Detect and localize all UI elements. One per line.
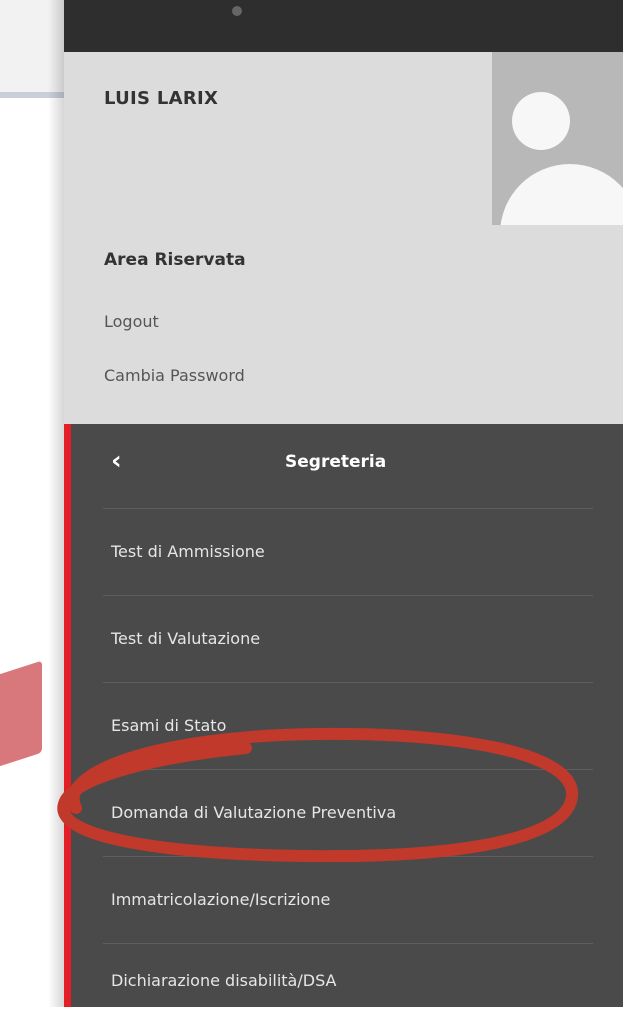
sidebar-menu: ‹ Segreteria Test di Ammissione Test di … (64, 424, 623, 1007)
menu-item-test-ammissione[interactable]: Test di Ammissione (103, 509, 593, 595)
menu-title: Segreteria (285, 452, 387, 472)
annotation-arrow (0, 660, 42, 768)
chevron-left-icon[interactable]: ‹ (111, 446, 133, 476)
menu-header: ‹ Segreteria (71, 424, 623, 506)
menu-item-label: Domanda di Valutazione Preventiva (111, 803, 397, 822)
sidebar-shadow (48, 0, 64, 1007)
change-password-link[interactable]: Cambia Password (104, 366, 245, 385)
logout-link[interactable]: Logout (104, 312, 159, 331)
page-background-left (0, 0, 64, 1007)
menu-item-label: Immatricolazione/Iscrizione (111, 890, 331, 909)
top-bar-icon (232, 6, 242, 16)
user-name: LUIS LARIX (104, 88, 219, 109)
menu-item-domanda-valutazione-preventiva[interactable]: Domanda di Valutazione Preventiva (103, 770, 593, 856)
reserved-area-title: Area Riservata (104, 250, 246, 270)
avatar (492, 52, 623, 225)
menu-item-immatricolazione[interactable]: Immatricolazione/Iscrizione (103, 857, 593, 943)
sidebar: LUIS LARIX Area Riservata Logout Cambia … (64, 0, 623, 1007)
menu-item-test-valutazione[interactable]: Test di Valutazione (103, 596, 593, 682)
menu-item-label: Esami di Stato (111, 716, 227, 735)
menu-item-label: Dichiarazione disabilità/DSA (111, 971, 337, 990)
menu-item-label: Test di Valutazione (111, 629, 261, 648)
menu-item-dichiarazione-disabilita[interactable]: Dichiarazione disabilità/DSA (103, 938, 593, 1024)
user-panel: LUIS LARIX Area Riservata Logout Cambia … (64, 52, 623, 424)
sidebar-top-bar (64, 0, 623, 52)
menu-item-esami-stato[interactable]: Esami di Stato (103, 683, 593, 769)
menu-item-label: Test di Ammissione (111, 542, 265, 561)
avatar-head-icon (512, 92, 570, 150)
avatar-body-icon (500, 164, 623, 225)
